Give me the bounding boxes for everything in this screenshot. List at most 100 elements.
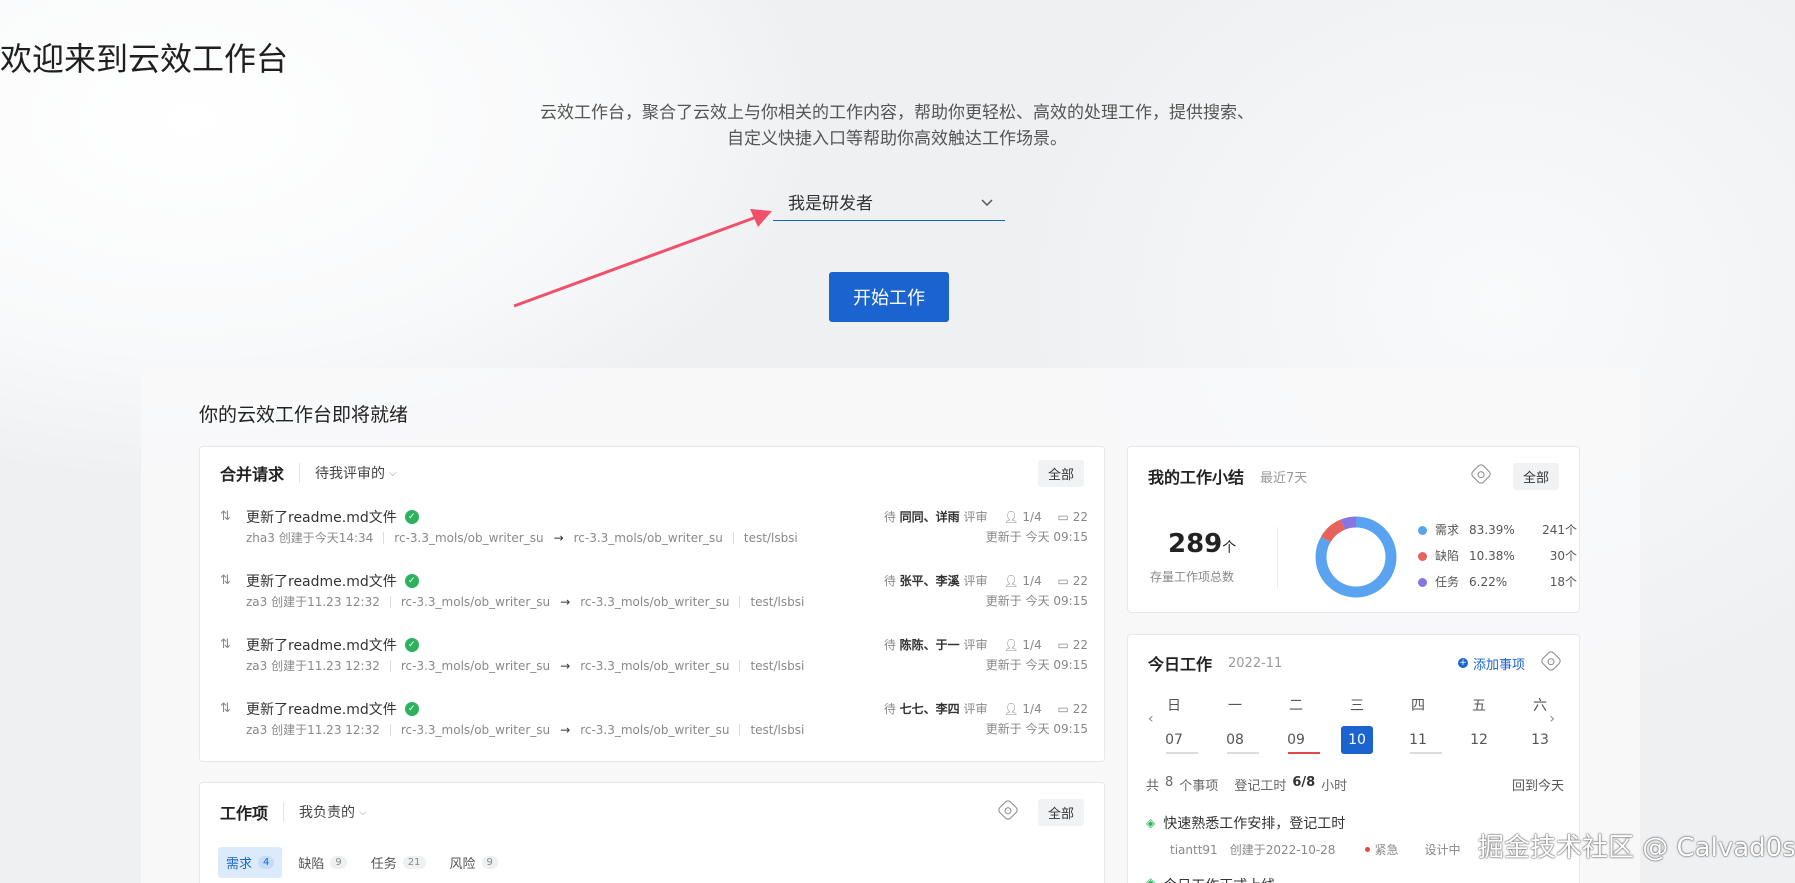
task-item[interactable]: ◈ 快速熟悉工作安排，登记工时 (1146, 813, 1345, 833)
calendar-day[interactable]: 07 (1158, 726, 1198, 754)
merge-request-author: zha3 创建于今天14:34 (246, 531, 374, 545)
calendar-day[interactable]: 12 (1463, 726, 1495, 754)
tab-count: 4 (258, 856, 275, 869)
date-row: 07 08 09 10 11 12 13 (1158, 726, 1556, 754)
prev-week-icon[interactable]: ‹ (1148, 711, 1154, 727)
weekday-label: 六 (1533, 698, 1547, 714)
work-items-filter[interactable]: 我负责的 ⌵ (299, 802, 367, 822)
work-item-tab[interactable]: 需求 4 (218, 847, 283, 878)
day-indicator (1166, 752, 1198, 754)
task-title: 快速熟悉工作安排，登记工时 (1163, 816, 1346, 832)
calendar-day[interactable]: 11 (1402, 726, 1442, 754)
page-title: 欢迎来到云效工作台 (0, 40, 289, 78)
check-circle-icon: ✓ (404, 638, 419, 652)
summary-legend: 需求 83.39% 241个 缺陷 10.38% 30个 任务 6.22% 18个 (1418, 517, 1577, 595)
role-select-value: 我是研发者 (788, 194, 873, 214)
legend-pct: 83.39% (1469, 523, 1515, 537)
merge-requests-filter[interactable]: 待我评审的 ⌵ (315, 463, 397, 483)
hours-value: 6/8 (1292, 775, 1316, 790)
task-priority: 紧急 (1365, 841, 1398, 858)
tab-count: 9 (330, 856, 347, 869)
back-to-today-link[interactable]: 回到今天 (1512, 775, 1564, 794)
user-icon: 👤︎ (1003, 574, 1019, 588)
legend-count: 241个 (1542, 523, 1577, 537)
calendar-day[interactable]: 13 (1524, 726, 1556, 754)
tab-label: 需求 (226, 857, 253, 872)
summary-all-button[interactable]: 全部 (1512, 462, 1559, 490)
merge-request-title-text: 更新了readme.md文件 (246, 638, 397, 654)
work-item-tab[interactable]: 缺陷 9 (290, 847, 354, 878)
approvals: 1/4 (1022, 702, 1042, 716)
start-work-button[interactable]: 开始工作 (829, 272, 949, 322)
merge-request-status: 待 七七、李四 评审 👤︎ 1/4 ▭ 22 更新于 今天 09:15 (884, 699, 1088, 739)
comment-icon: ▭ (1057, 574, 1069, 588)
comment-icon: ▭ (1057, 510, 1069, 524)
pending-label: 待 (883, 574, 896, 588)
work-item-tabs: 需求 4 缺陷 9 任务 21 风险 9 (218, 847, 506, 878)
review-label: 评审 (963, 510, 988, 524)
target-branch: rc-3.3_mols/ob_writer_su (573, 530, 723, 545)
calendar-day[interactable]: 08 (1219, 726, 1259, 754)
work-item-tab[interactable]: 风险 9 (442, 847, 506, 878)
legend-item: 任务 6.22% 18个 (1418, 569, 1577, 595)
merge-request-list: ⇅ 更新了readme.md文件 ✓ zha3 创建于今天14:34 rc-3.… (200, 499, 1104, 755)
work-items-card: 工作项 我负责的 ⌵ 全部 需求 4 缺陷 9 任务 21 风险 9 (199, 782, 1105, 883)
merge-request-title-text: 更新了readme.md文件 (246, 702, 397, 718)
calendar-day[interactable]: 10 (1341, 726, 1373, 754)
review-label: 评审 (963, 638, 988, 652)
reviewers: 七七、李四 (899, 702, 960, 716)
merge-request-row[interactable]: ⇅ 更新了readme.md文件 ✓ zha3 创建于今天14:34 rc-3.… (200, 499, 1104, 563)
reviewers: 同同、详雨 (899, 510, 960, 524)
merge-request-row[interactable]: ⇅ 更新了readme.md文件 ✓ za3 创建于11.23 12:32 rc… (200, 563, 1104, 627)
work-item-tab[interactable]: 任务 21 (363, 847, 434, 878)
today-stats: 共 8 个事项 登记工时 6/8 小时 回到今天 (1146, 775, 1564, 794)
divider (299, 463, 301, 483)
user-icon: 👤︎ (1003, 702, 1019, 716)
legend-dot-icon (1418, 551, 1427, 561)
merge-requests-all-button[interactable]: 全部 (1037, 459, 1084, 487)
merge-request-title-text: 更新了readme.md文件 (246, 510, 397, 526)
day-indicator (1410, 752, 1442, 754)
updated-time: 更新于 今天 09:15 (985, 658, 1088, 672)
chevron-down-icon: ⌵ (389, 467, 397, 479)
check-circle-icon: ✓ (404, 574, 419, 588)
arrow-right-icon: → (560, 722, 571, 737)
updated-time: 更新于 今天 09:15 (985, 594, 1088, 608)
task-status: 设计中 (1424, 843, 1461, 857)
reviewers: 张平、李溪 (899, 574, 960, 588)
merge-request-icon: ⇅ (220, 509, 231, 524)
comment-count: 22 (1072, 638, 1088, 652)
layers-icon: ◈ (1146, 875, 1156, 883)
chevron-down-icon (981, 198, 993, 206)
merge-request-status: 待 陈陈、于一 评审 👤︎ 1/4 ▭ 22 更新于 今天 09:15 (884, 635, 1088, 675)
divider (732, 531, 734, 544)
legend-name: 缺陷 (1435, 549, 1460, 563)
merge-request-row[interactable]: ⇅ 更新了readme.md文件 ✓ za3 创建于11.23 12:32 rc… (200, 691, 1104, 755)
work-items-all-button[interactable]: 全部 (1037, 798, 1084, 826)
day-number: 10 (1348, 732, 1366, 748)
task-title: 今日工作正式上线 (1163, 875, 1275, 883)
weekday-label: 日 (1167, 698, 1181, 714)
summary-total-unit: 个 (1222, 540, 1237, 556)
role-select[interactable]: 我是研发者 (773, 183, 1005, 221)
work-summary-card: 我的工作小结 最近7天 全部 289个 存量工作项总数 需求 83.39% 241个… (1127, 446, 1580, 613)
legend-item: 缺陷 10.38% 30个 (1418, 543, 1577, 569)
merge-request-author: za3 创建于11.23 12:32 (246, 723, 380, 737)
divider (739, 723, 741, 736)
settings-gear-icon[interactable] (1539, 649, 1563, 673)
settings-gear-icon[interactable] (996, 798, 1020, 822)
day-number: 07 (1165, 732, 1183, 748)
day-number: 11 (1409, 732, 1427, 748)
pending-label: 待 (883, 702, 896, 716)
weekday-label: 五 (1472, 698, 1486, 714)
summary-title: 我的工作小结 (1148, 468, 1245, 487)
check-circle-icon: ✓ (404, 510, 419, 524)
hours-label: 登记工时 (1234, 779, 1287, 794)
task-user: tiantt91 (1170, 842, 1218, 857)
settings-gear-icon[interactable] (1469, 462, 1493, 486)
calendar-day[interactable]: 09 (1280, 726, 1320, 754)
add-item-button[interactable]: + 添加事项 (1457, 654, 1525, 673)
merge-request-row[interactable]: ⇅ 更新了readme.md文件 ✓ za3 创建于11.23 12:32 rc… (200, 627, 1104, 691)
task-item[interactable]: ◈ 今日工作正式上线 (1146, 875, 1275, 883)
source-branch: rc-3.3_mols/ob_writer_su (400, 658, 551, 673)
